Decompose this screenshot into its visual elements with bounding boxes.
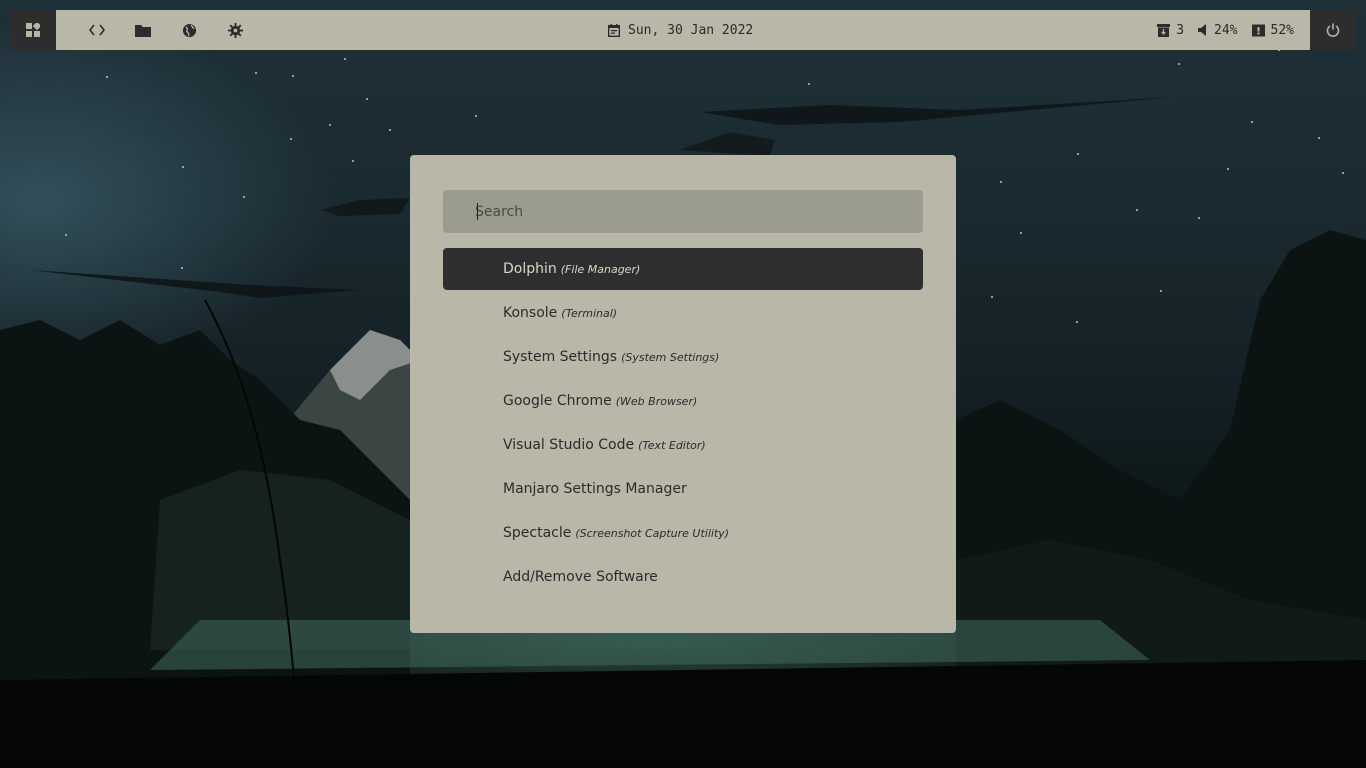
gear-icon [227, 22, 243, 38]
volume-level: 24% [1214, 22, 1238, 38]
file-manager-button[interactable] [120, 10, 166, 50]
app-name: Dolphin [503, 261, 557, 277]
code-editor-button[interactable] [74, 10, 120, 50]
panel-bar: Sun, 30 Jan 2022 3 24% 52% [56, 10, 1310, 50]
quick-launch [74, 10, 258, 50]
launcher-item[interactable]: Google Chrome (Web Browser) [443, 380, 923, 422]
web-browser-button[interactable] [166, 10, 212, 50]
app-description: (Text Editor) [638, 438, 706, 452]
app-description: (Terminal) [561, 306, 618, 320]
battery-icon [1251, 24, 1265, 36]
app-description: (System Settings) [621, 350, 720, 364]
app-name: Manjaro Settings Manager [503, 481, 687, 497]
app-description: (Web Browser) [615, 394, 698, 408]
app-name: Google Chrome [503, 393, 612, 409]
volume-icon [1198, 24, 1207, 36]
date-label: Sun, 30 Jan 2022 [628, 22, 754, 38]
app-name: Visual Studio Code [503, 437, 635, 453]
apps-grid-icon [26, 23, 40, 37]
app-launcher-popup: Dolphin(File Manager)Konsole(Terminal)Sy… [410, 155, 956, 633]
launcher-item[interactable]: System Settings (System Settings) [443, 336, 923, 378]
top-panel: Sun, 30 Jan 2022 3 24% 52% [10, 10, 1356, 50]
launcher-item[interactable]: Manjaro Settings Manager [443, 468, 923, 510]
app-name: Spectacle [503, 525, 572, 541]
globe-icon [182, 23, 196, 37]
launcher-item[interactable]: Dolphin (File Manager) [443, 248, 923, 290]
calendar-icon [608, 23, 620, 37]
search-input[interactable] [475, 190, 905, 233]
results-list: Dolphin (File Manager) Konsole (Terminal) Sy… [443, 248, 923, 600]
updates-count: 3 [1176, 22, 1185, 38]
battery-level: 52% [1270, 22, 1294, 38]
updates-indicator[interactable]: 3 [1157, 23, 1184, 38]
power-icon [1326, 23, 1340, 37]
text-cursor [477, 203, 478, 220]
clock[interactable]: Sun, 30 Jan 2022 [608, 10, 753, 50]
code-icon [89, 24, 105, 36]
status-area: 3 24% 52% [1157, 10, 1294, 50]
launcher-item[interactable]: Spectacle (Screenshot Capture Utility) [443, 512, 923, 554]
volume-indicator[interactable]: 24% [1198, 22, 1238, 38]
app-launcher-button[interactable] [10, 10, 56, 50]
launcher-item[interactable]: Konsole (Terminal) [443, 292, 923, 334]
app-name: Add/Remove Software [503, 569, 658, 585]
battery-indicator[interactable]: 52% [1251, 22, 1294, 38]
app-description: (Screenshot Capture Utility) [575, 526, 730, 540]
folder-icon [135, 24, 151, 37]
launcher-item[interactable]: Visual Studio Code (Text Editor) [443, 424, 923, 466]
package-icon [1157, 23, 1171, 37]
search-box [443, 190, 923, 233]
app-name: Konsole [503, 305, 558, 321]
launcher-item[interactable]: Add/Remove Software [443, 556, 923, 598]
power-button[interactable] [1310, 10, 1356, 50]
app-name: System Settings [503, 349, 618, 365]
settings-button[interactable] [212, 10, 258, 50]
app-description: (File Manager) [560, 262, 641, 276]
